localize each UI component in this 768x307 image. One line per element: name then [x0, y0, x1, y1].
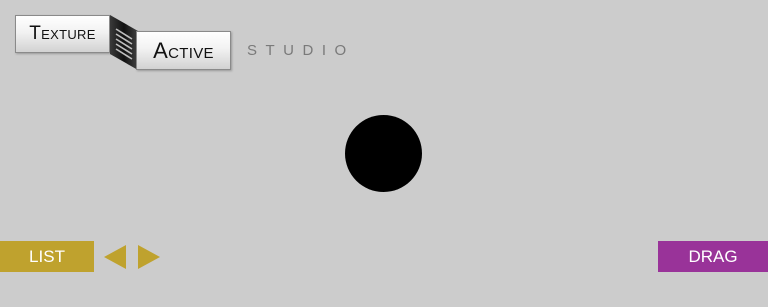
center-dot [345, 115, 422, 192]
list-button[interactable]: LIST [0, 241, 94, 272]
drag-button[interactable]: DRAG [658, 241, 768, 272]
logo-texture-word: Texture [15, 15, 110, 53]
triangle-left-icon[interactable] [104, 245, 126, 269]
logo-studio-tagline: STUDIO [247, 42, 355, 59]
texture-active-logo: Texture Active STUDIO [0, 0, 380, 80]
logo-active-word: Active [136, 31, 231, 70]
triangle-right-icon[interactable] [138, 245, 160, 269]
